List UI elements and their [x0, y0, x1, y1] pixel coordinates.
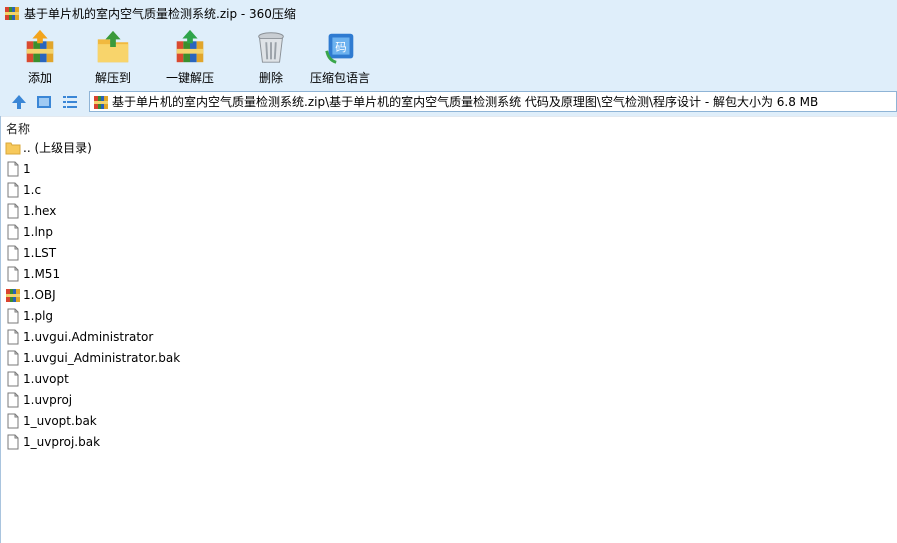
file-icon	[7, 413, 19, 428]
file-icon	[7, 161, 19, 176]
file-icon	[7, 308, 19, 323]
file-name: 1.plg	[23, 308, 54, 323]
file-icon	[7, 203, 19, 218]
file-name: 1.c	[23, 182, 42, 197]
trash-icon	[258, 32, 284, 63]
file-row[interactable]: 1	[0, 158, 897, 179]
archive-icon	[94, 95, 108, 109]
file-row[interactable]: 1.uvopt	[0, 368, 897, 389]
archive-icon	[6, 288, 20, 302]
toolbar: 添加 解压到 一键解压 删除 码 压缩包语言	[0, 26, 897, 88]
file-row[interactable]: 1_uvproj.bak	[0, 431, 897, 452]
add-label: 添加	[27, 71, 52, 85]
file-icon	[7, 224, 19, 239]
path-text: 基于单片机的室内空气质量检测系统.zip\基于单片机的室内空气质量检测系统 代码…	[112, 95, 819, 109]
parent-directory-row[interactable]: .. (上级目录)	[0, 137, 897, 158]
file-row[interactable]: 1_uvopt.bak	[0, 410, 897, 431]
one-click-extract-icon	[176, 29, 204, 63]
archive-language-button[interactable]: 码 压缩包语言	[310, 28, 370, 86]
file-name: 1	[23, 161, 31, 176]
file-row[interactable]: 1.lnp	[0, 221, 897, 242]
file-name: 1.lnp	[23, 224, 54, 239]
extract-to-label: 解压到	[94, 71, 131, 85]
file-name: 1.OBJ	[23, 287, 56, 302]
file-icon	[7, 266, 19, 281]
archive-language-label: 压缩包语言	[310, 71, 371, 85]
add-archive-icon	[26, 29, 54, 63]
title-bar: 基于单片机的室内空气质量检测系统.zip - 360压缩	[0, 0, 897, 26]
file-row[interactable]: 1.uvgui_Administrator.bak	[0, 347, 897, 368]
file-name: 1.uvgui_Administrator.bak	[23, 350, 181, 365]
file-row[interactable]: 1.OBJ	[0, 284, 897, 305]
file-row[interactable]: 1.uvgui.Administrator	[0, 326, 897, 347]
file-row[interactable]: 1.M51	[0, 263, 897, 284]
file-name: 1.LST	[23, 245, 57, 260]
file-icon	[7, 182, 19, 197]
one-click-extract-label: 一键解压	[166, 71, 215, 85]
file-name: 1.uvgui.Administrator	[23, 329, 154, 344]
file-icon	[7, 371, 19, 386]
file-row[interactable]: 1.hex	[0, 200, 897, 221]
file-name: 1.M51	[23, 266, 61, 281]
large-icons-view-icon[interactable]	[35, 93, 53, 111]
file-name: 1.uvopt	[23, 371, 69, 386]
file-list: .. (上级目录) 1 1.c 1.hex 1.lnp 1.LST 1.M51 1.OBJ 1.…	[0, 137, 897, 452]
file-name: 1.hex	[23, 203, 57, 218]
file-name: 1.uvproj	[23, 392, 73, 407]
file-icon	[7, 350, 19, 365]
delete-button[interactable]: 删除	[251, 28, 291, 86]
file-name: 1_uvproj.bak	[23, 434, 101, 449]
svg-text:码: 码	[335, 40, 346, 54]
archive-language-icon: 码	[325, 33, 354, 64]
file-icon	[7, 392, 19, 407]
file-row[interactable]: 1.c	[0, 179, 897, 200]
extract-to-folder-icon	[97, 30, 129, 63]
delete-label: 删除	[258, 71, 283, 85]
file-name: .. (上级目录)	[23, 141, 92, 155]
one-click-extract-button[interactable]: 一键解压	[166, 28, 214, 86]
address-bar-area: 基于单片机的室内空气质量检测系统.zip\基于单片机的室内空气质量检测系统 代码…	[0, 88, 897, 116]
path-field[interactable]: 基于单片机的室内空气质量检测系统.zip\基于单片机的室内空气质量检测系统 代码…	[89, 91, 897, 112]
file-icon	[7, 329, 19, 344]
folder-icon	[5, 142, 21, 154]
up-arrow-icon[interactable]	[10, 93, 28, 111]
file-row[interactable]: 1.uvproj	[0, 389, 897, 410]
file-name: 1_uvopt.bak	[23, 413, 97, 428]
list-view-icon[interactable]	[61, 93, 79, 111]
column-header: 名称	[0, 116, 897, 137]
column-name-header[interactable]: 名称	[6, 120, 30, 137]
file-row[interactable]: 1.LST	[0, 242, 897, 263]
file-icon	[7, 245, 19, 260]
file-row[interactable]: 1.plg	[0, 305, 897, 326]
archive-icon	[5, 7, 19, 20]
window-title: 基于单片机的室内空气质量检测系统.zip - 360压缩	[24, 6, 296, 21]
add-button[interactable]: 添加	[20, 28, 60, 86]
extract-to-button[interactable]: 解压到	[93, 28, 133, 86]
file-icon	[7, 434, 19, 449]
